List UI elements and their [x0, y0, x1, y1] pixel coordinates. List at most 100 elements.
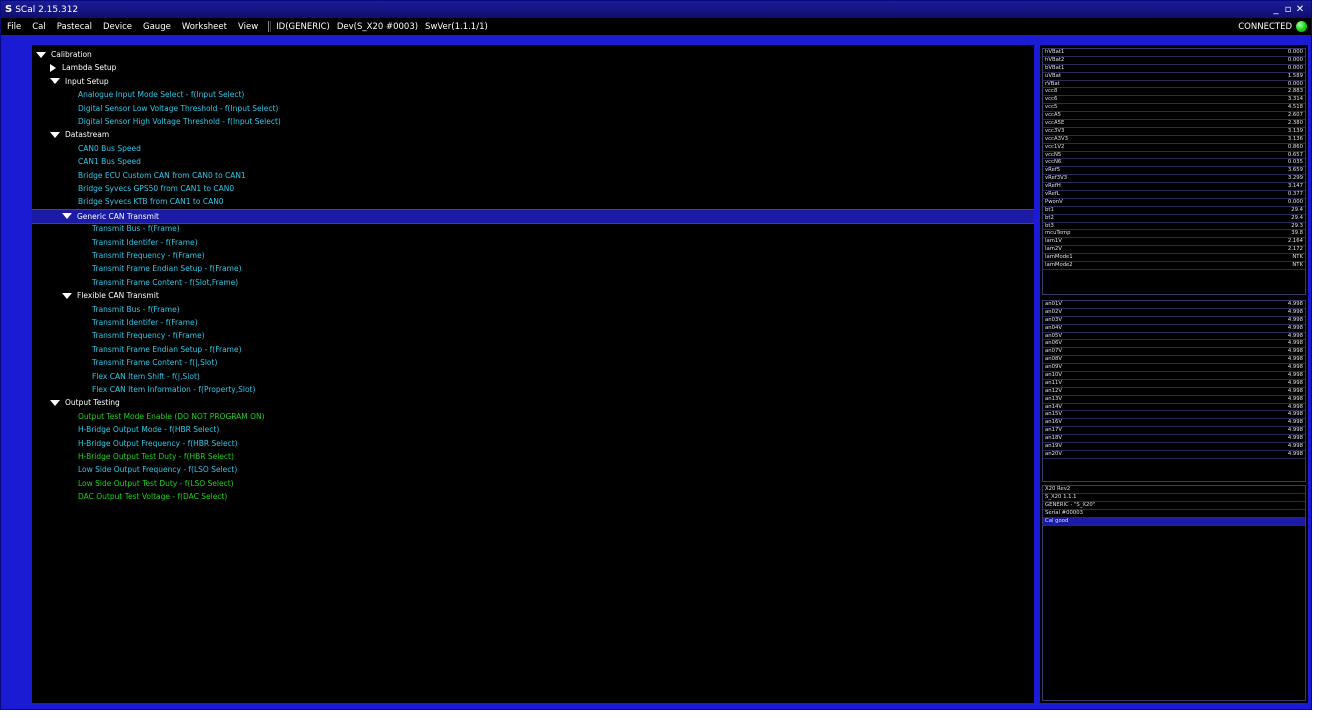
- gauge-row[interactable]: bt3 29.3: [1043, 223, 1305, 231]
- gauge-row[interactable]: an03V 4.998: [1043, 317, 1305, 325]
- tree-item[interactable]: Transmit Frame Endian Setup - f(Frame): [32, 262, 1034, 275]
- gauge-row[interactable]: PwonV 0.000: [1043, 199, 1305, 207]
- gauge-row[interactable]: bVBat1 0.000: [1043, 65, 1305, 73]
- tree-item[interactable]: Transmit Identifer - f(Frame): [32, 316, 1034, 329]
- gauge-row[interactable]: uVBat 1.589: [1043, 73, 1305, 81]
- gauge-row[interactable]: lam1V 2.164: [1043, 238, 1305, 247]
- gauge-row[interactable]: vcc6 3.314: [1043, 96, 1305, 105]
- gauge-row[interactable]: mcuTemp 39.8: [1043, 230, 1305, 239]
- tree-item[interactable]: Datastream: [32, 128, 1034, 141]
- tree-item[interactable]: Transmit Bus - f(Frame): [32, 222, 1034, 235]
- gauge-row[interactable]: vcc1V2 0.860: [1043, 144, 1305, 152]
- gauge-row[interactable]: vcc5 4.518: [1043, 104, 1305, 113]
- tree-item-label: Transmit Frame Endian Setup - f(Frame): [92, 264, 242, 274]
- gauge-row[interactable]: an07V 4.998: [1043, 348, 1305, 357]
- tree-item[interactable]: Transmit Frequency - f(Frame): [32, 249, 1034, 262]
- menu-file[interactable]: File: [7, 22, 21, 32]
- gauge-row[interactable]: an09V 4.998: [1043, 364, 1305, 373]
- expanded-arrow-icon[interactable]: [62, 292, 72, 299]
- expanded-arrow-icon[interactable]: [50, 78, 60, 85]
- gauge-row[interactable]: an18V 4.998: [1043, 435, 1305, 444]
- tree-item[interactable]: H-Bridge Output Mode - f(HBR Select): [32, 423, 1034, 436]
- gauge-row[interactable]: vRefL 0.377: [1043, 191, 1305, 199]
- gauge-row[interactable]: vccA5 2.607: [1043, 112, 1305, 121]
- gauge-row[interactable]: an14V 4.998: [1043, 404, 1305, 412]
- gauge-row[interactable]: an04V 4.998: [1043, 325, 1305, 333]
- tree-item[interactable]: Flexible CAN Transmit: [32, 289, 1034, 302]
- tree-item[interactable]: Digital Sensor Low Voltage Threshold - f…: [32, 102, 1034, 115]
- tree-item[interactable]: Transmit Bus - f(Frame): [32, 303, 1034, 316]
- tree-item[interactable]: CAN0 Bus Speed: [32, 142, 1034, 155]
- gauge-row[interactable]: vccA5E 2.380: [1043, 120, 1305, 128]
- tree-item[interactable]: Digital Sensor High Voltage Threshold - …: [32, 115, 1034, 128]
- gauge-row[interactable]: vcc8 2.883: [1043, 88, 1305, 97]
- tree-item[interactable]: CAN1 Bus Speed: [32, 155, 1034, 168]
- gauge-row[interactable]: an11V 4.998: [1043, 380, 1305, 388]
- gauge-row[interactable]: vRef5 3.659: [1043, 167, 1305, 176]
- gauge-row[interactable]: an17V 4.998: [1043, 427, 1305, 436]
- expanded-arrow-icon[interactable]: [50, 131, 60, 138]
- tree-item[interactable]: Output Testing: [32, 396, 1034, 409]
- tree-item[interactable]: Low Side Output Frequency - f(LSO Select…: [32, 463, 1034, 476]
- expanded-arrow-icon[interactable]: [62, 213, 72, 220]
- gauge-row[interactable]: vcc3V3 3.139: [1043, 128, 1305, 136]
- tree-item[interactable]: Bridge Syvecs GPS50 from CAN1 to CAN0: [32, 182, 1034, 195]
- expanded-arrow-icon[interactable]: [36, 51, 46, 58]
- tree-item[interactable]: H-Bridge Output Test Duty - f(HBR Select…: [32, 450, 1034, 463]
- gauge-row[interactable]: lamMode2 NTK: [1043, 262, 1305, 270]
- gauge-row[interactable]: an05V 4.998: [1043, 333, 1305, 341]
- tree-item[interactable]: H-Bridge Output Frequency - f(HBR Select…: [32, 437, 1034, 450]
- menu-gauge[interactable]: Gauge: [143, 22, 171, 32]
- gauge-row[interactable]: vccN6 0.035: [1043, 159, 1305, 168]
- gauge-row[interactable]: bt2 29.4: [1043, 215, 1305, 223]
- gauge-row[interactable]: an08V 4.998: [1043, 356, 1305, 365]
- menu-pastecal[interactable]: Pastecal: [57, 22, 92, 32]
- gauge-row[interactable]: an06V 4.998: [1043, 340, 1305, 349]
- tree-item[interactable]: Transmit Frame Endian Setup - f(Frame): [32, 343, 1034, 356]
- tree-item[interactable]: Low Side Output Test Duty - f(LSO Select…: [32, 477, 1034, 490]
- gauge-row[interactable]: an12V 4.998: [1043, 388, 1305, 396]
- tree-item[interactable]: Transmit Frame Content - f(|,Slot): [32, 356, 1034, 369]
- restore-icon[interactable]: ▫: [1283, 4, 1293, 15]
- gauge-row[interactable]: an19V 4.998: [1043, 443, 1305, 451]
- tree-item[interactable]: Flex CAN Item Information - f(Property,S…: [32, 383, 1034, 396]
- tree-item[interactable]: Transmit Frequency - f(Frame): [32, 329, 1034, 342]
- tree-item[interactable]: Transmit Identifer - f(Frame): [32, 236, 1034, 249]
- menu-view[interactable]: View: [238, 22, 258, 32]
- tree-item[interactable]: Bridge Syvecs KTB from CAN1 to CAN0: [32, 195, 1034, 208]
- gauge-row[interactable]: lam2V 2.172: [1043, 246, 1305, 255]
- tree-item[interactable]: Output Test Mode Enable (DO NOT PROGRAM …: [32, 410, 1034, 423]
- menu-cal[interactable]: Cal: [32, 22, 46, 32]
- gauge-row[interactable]: an02V 4.998: [1043, 309, 1305, 317]
- menu-worksheet[interactable]: Worksheet: [182, 22, 227, 32]
- gauge-row[interactable]: hVBat2 0.000: [1043, 57, 1305, 65]
- minimize-icon[interactable]: _: [1271, 4, 1281, 15]
- gauge-row[interactable]: bt1 29.4: [1043, 207, 1305, 215]
- gauge-row[interactable]: an13V 4.998: [1043, 396, 1305, 404]
- tree-item[interactable]: Analogue Input Mode Select - f(Input Sel…: [32, 88, 1034, 101]
- tree-item[interactable]: Calibration: [32, 48, 1034, 61]
- tree-item[interactable]: Input Setup: [32, 75, 1034, 88]
- tree-item[interactable]: Flex CAN Item Shift - f(|,Slot): [32, 370, 1034, 383]
- gauge-row[interactable]: an16V 4.998: [1043, 419, 1305, 428]
- gauge-row[interactable]: an20V 4.998: [1043, 451, 1305, 459]
- gauge-row[interactable]: an15V 4.998: [1043, 411, 1305, 420]
- close-icon[interactable]: ✕: [1295, 4, 1305, 15]
- gauge-row[interactable]: vRefH 3.147: [1043, 183, 1305, 192]
- expanded-arrow-icon[interactable]: [50, 399, 60, 406]
- menu-device[interactable]: Device: [103, 22, 132, 32]
- gauge-row[interactable]: rVBat 0.000: [1043, 81, 1305, 89]
- collapsed-arrow-icon[interactable]: [50, 63, 56, 72]
- gauge-row[interactable]: hVBat1 0.000: [1043, 49, 1305, 57]
- gauge-row[interactable]: vRef3V3 3.299: [1043, 175, 1305, 184]
- title-bar[interactable]: S SCal 2.15.312 _ ▫ ✕: [1, 1, 1311, 18]
- tree-item[interactable]: Lambda Setup: [32, 61, 1034, 74]
- tree-item[interactable]: Transmit Frame Content - f(Slot,Frame): [32, 276, 1034, 289]
- gauge-row[interactable]: vccA3V3 3.136: [1043, 136, 1305, 144]
- tree-item[interactable]: DAC Output Test Voltage - f(DAC Select): [32, 490, 1034, 503]
- gauge-row[interactable]: lamMode1 NTK: [1043, 254, 1305, 263]
- gauge-row[interactable]: an01V 4.998: [1043, 301, 1305, 309]
- gauge-row[interactable]: vccN5 0.657: [1043, 152, 1305, 160]
- gauge-row[interactable]: an10V 4.998: [1043, 372, 1305, 380]
- tree-item[interactable]: Bridge ECU Custom CAN from CAN0 to CAN1: [32, 169, 1034, 182]
